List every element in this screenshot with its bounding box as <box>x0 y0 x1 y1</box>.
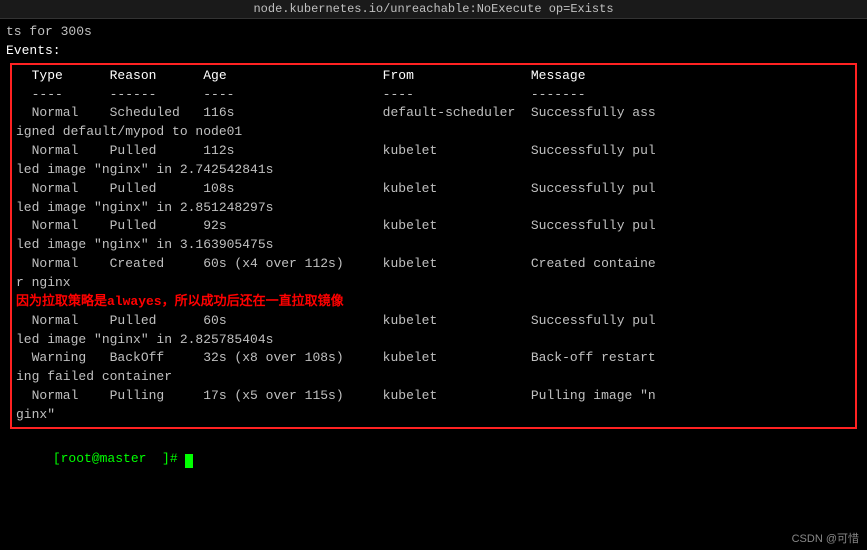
watermark: CSDN @可惜 <box>792 533 859 545</box>
line-9b: led image "nginx" in 2.825785404s <box>16 331 851 350</box>
line-6: Normal Pulled 108s kubelet Successfully … <box>16 180 851 199</box>
cursor <box>185 454 193 468</box>
content-area: ts for 300s Events: Type Reason Age From… <box>0 19 867 491</box>
prompt-text: [root@master ]# <box>53 451 186 466</box>
bottom-bar: CSDN @可惜 <box>792 530 859 546</box>
prompt-line: [root@master ]# <box>6 431 861 488</box>
top-bar: node.kubernetes.io/unreachable:NoExecute… <box>0 0 867 19</box>
line-7b: led image "nginx" in 3.163905475s <box>16 236 851 255</box>
line-10: Warning BackOff 32s (x8 over 108s) kubel… <box>16 349 851 368</box>
annotation-line: 因为拉取策略是alwayes，所以成功后还在一直拉取镜像 <box>16 293 851 312</box>
terminal-window: node.kubernetes.io/unreachable:NoExecute… <box>0 0 867 550</box>
line-8b: r nginx <box>16 274 851 293</box>
line-6b: led image "nginx" in 2.851248297s <box>16 199 851 218</box>
line-4b: igned default/mypod to node01 <box>16 123 851 142</box>
line-11b: ginx" <box>16 406 851 425</box>
line-2: Events: <box>6 42 861 61</box>
line-5b: led image "nginx" in 2.742542841s <box>16 161 851 180</box>
line-9: Normal Pulled 60s kubelet Successfully p… <box>16 312 851 331</box>
line-7: Normal Pulled 92s kubelet Successfully p… <box>16 217 851 236</box>
line-1: ts for 300s <box>6 23 861 42</box>
line-10b: ing failed container <box>16 368 851 387</box>
line-8: Normal Created 60s (x4 over 112s) kubele… <box>16 255 851 274</box>
top-bar-text: node.kubernetes.io/unreachable:NoExecute… <box>253 2 613 16</box>
line-4: Normal Scheduled 116s default-scheduler … <box>16 104 851 123</box>
line-sep: ---- ------ ---- ---- ------- <box>16 86 851 105</box>
line-5: Normal Pulled 112s kubelet Successfully … <box>16 142 851 161</box>
line-11: Normal Pulling 17s (x5 over 115s) kubele… <box>16 387 851 406</box>
line-header: Type Reason Age From Message <box>16 67 851 86</box>
events-box: Type Reason Age From Message ---- ------… <box>10 63 857 429</box>
